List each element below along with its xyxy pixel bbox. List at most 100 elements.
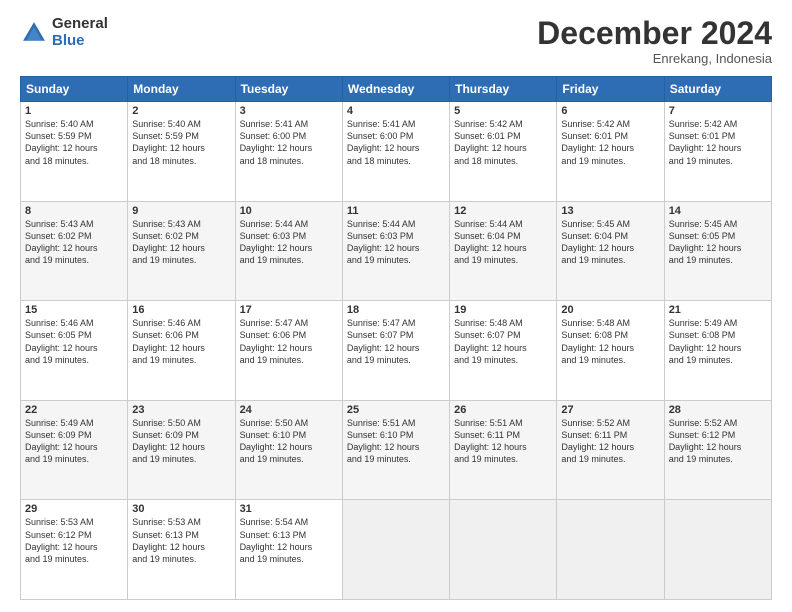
logo-text: General Blue bbox=[52, 16, 108, 49]
day-info: Sunrise: 5:44 AM Sunset: 6:03 PM Dayligh… bbox=[347, 218, 445, 267]
day-number: 28 bbox=[669, 404, 767, 416]
day-number: 31 bbox=[240, 503, 338, 515]
day-info: Sunrise: 5:43 AM Sunset: 6:02 PM Dayligh… bbox=[25, 218, 123, 267]
day-number: 26 bbox=[454, 404, 552, 416]
calendar-cell: 15Sunrise: 5:46 AM Sunset: 6:05 PM Dayli… bbox=[21, 301, 128, 401]
day-number: 18 bbox=[347, 304, 445, 316]
calendar-cell: 16Sunrise: 5:46 AM Sunset: 6:06 PM Dayli… bbox=[128, 301, 235, 401]
day-number: 7 bbox=[669, 105, 767, 117]
calendar-cell: 9Sunrise: 5:43 AM Sunset: 6:02 PM Daylig… bbox=[128, 201, 235, 301]
day-number: 10 bbox=[240, 205, 338, 217]
logo-general: General bbox=[52, 16, 108, 33]
day-info: Sunrise: 5:50 AM Sunset: 6:10 PM Dayligh… bbox=[240, 417, 338, 466]
calendar-table: SundayMondayTuesdayWednesdayThursdayFrid… bbox=[20, 76, 772, 600]
day-number: 22 bbox=[25, 404, 123, 416]
day-info: Sunrise: 5:53 AM Sunset: 6:13 PM Dayligh… bbox=[132, 516, 230, 565]
day-number: 29 bbox=[25, 503, 123, 515]
calendar-header: SundayMondayTuesdayWednesdayThursdayFrid… bbox=[21, 77, 772, 102]
day-info: Sunrise: 5:46 AM Sunset: 6:05 PM Dayligh… bbox=[25, 317, 123, 366]
day-number: 24 bbox=[240, 404, 338, 416]
day-number: 11 bbox=[347, 205, 445, 217]
logo-blue: Blue bbox=[52, 33, 108, 50]
day-info: Sunrise: 5:52 AM Sunset: 6:12 PM Dayligh… bbox=[669, 417, 767, 466]
calendar-cell: 29Sunrise: 5:53 AM Sunset: 6:12 PM Dayli… bbox=[21, 500, 128, 600]
header: General Blue December 2024 Enrekang, Ind… bbox=[20, 16, 772, 66]
day-number: 25 bbox=[347, 404, 445, 416]
header-row: SundayMondayTuesdayWednesdayThursdayFrid… bbox=[21, 77, 772, 102]
calendar-cell: 22Sunrise: 5:49 AM Sunset: 6:09 PM Dayli… bbox=[21, 400, 128, 500]
calendar-cell: 6Sunrise: 5:42 AM Sunset: 6:01 PM Daylig… bbox=[557, 102, 664, 202]
calendar-cell: 14Sunrise: 5:45 AM Sunset: 6:05 PM Dayli… bbox=[664, 201, 771, 301]
week-row-1: 1Sunrise: 5:40 AM Sunset: 5:59 PM Daylig… bbox=[21, 102, 772, 202]
week-row-3: 15Sunrise: 5:46 AM Sunset: 6:05 PM Dayli… bbox=[21, 301, 772, 401]
day-info: Sunrise: 5:49 AM Sunset: 6:08 PM Dayligh… bbox=[669, 317, 767, 366]
day-info: Sunrise: 5:51 AM Sunset: 6:10 PM Dayligh… bbox=[347, 417, 445, 466]
day-number: 30 bbox=[132, 503, 230, 515]
day-info: Sunrise: 5:42 AM Sunset: 6:01 PM Dayligh… bbox=[669, 118, 767, 167]
day-number: 4 bbox=[347, 105, 445, 117]
day-info: Sunrise: 5:47 AM Sunset: 6:06 PM Dayligh… bbox=[240, 317, 338, 366]
calendar-cell: 24Sunrise: 5:50 AM Sunset: 6:10 PM Dayli… bbox=[235, 400, 342, 500]
calendar-cell: 8Sunrise: 5:43 AM Sunset: 6:02 PM Daylig… bbox=[21, 201, 128, 301]
day-info: Sunrise: 5:45 AM Sunset: 6:04 PM Dayligh… bbox=[561, 218, 659, 267]
day-info: Sunrise: 5:49 AM Sunset: 6:09 PM Dayligh… bbox=[25, 417, 123, 466]
day-number: 8 bbox=[25, 205, 123, 217]
day-info: Sunrise: 5:40 AM Sunset: 5:59 PM Dayligh… bbox=[25, 118, 123, 167]
day-info: Sunrise: 5:51 AM Sunset: 6:11 PM Dayligh… bbox=[454, 417, 552, 466]
calendar-cell: 4Sunrise: 5:41 AM Sunset: 6:00 PM Daylig… bbox=[342, 102, 449, 202]
day-number: 21 bbox=[669, 304, 767, 316]
day-number: 1 bbox=[25, 105, 123, 117]
day-number: 3 bbox=[240, 105, 338, 117]
calendar-cell: 27Sunrise: 5:52 AM Sunset: 6:11 PM Dayli… bbox=[557, 400, 664, 500]
day-info: Sunrise: 5:52 AM Sunset: 6:11 PM Dayligh… bbox=[561, 417, 659, 466]
header-day-monday: Monday bbox=[128, 77, 235, 102]
header-day-tuesday: Tuesday bbox=[235, 77, 342, 102]
day-number: 12 bbox=[454, 205, 552, 217]
day-number: 9 bbox=[132, 205, 230, 217]
week-row-2: 8Sunrise: 5:43 AM Sunset: 6:02 PM Daylig… bbox=[21, 201, 772, 301]
day-info: Sunrise: 5:40 AM Sunset: 5:59 PM Dayligh… bbox=[132, 118, 230, 167]
header-day-saturday: Saturday bbox=[664, 77, 771, 102]
calendar-cell: 18Sunrise: 5:47 AM Sunset: 6:07 PM Dayli… bbox=[342, 301, 449, 401]
calendar-cell: 19Sunrise: 5:48 AM Sunset: 6:07 PM Dayli… bbox=[450, 301, 557, 401]
month-title: December 2024 bbox=[537, 16, 772, 51]
day-info: Sunrise: 5:48 AM Sunset: 6:07 PM Dayligh… bbox=[454, 317, 552, 366]
week-row-4: 22Sunrise: 5:49 AM Sunset: 6:09 PM Dayli… bbox=[21, 400, 772, 500]
day-number: 20 bbox=[561, 304, 659, 316]
calendar-cell: 21Sunrise: 5:49 AM Sunset: 6:08 PM Dayli… bbox=[664, 301, 771, 401]
calendar-cell: 26Sunrise: 5:51 AM Sunset: 6:11 PM Dayli… bbox=[450, 400, 557, 500]
calendar-cell: 28Sunrise: 5:52 AM Sunset: 6:12 PM Dayli… bbox=[664, 400, 771, 500]
header-day-thursday: Thursday bbox=[450, 77, 557, 102]
day-number: 27 bbox=[561, 404, 659, 416]
calendar-cell bbox=[664, 500, 771, 600]
header-day-wednesday: Wednesday bbox=[342, 77, 449, 102]
day-info: Sunrise: 5:46 AM Sunset: 6:06 PM Dayligh… bbox=[132, 317, 230, 366]
calendar-cell: 12Sunrise: 5:44 AM Sunset: 6:04 PM Dayli… bbox=[450, 201, 557, 301]
calendar-body: 1Sunrise: 5:40 AM Sunset: 5:59 PM Daylig… bbox=[21, 102, 772, 600]
day-info: Sunrise: 5:43 AM Sunset: 6:02 PM Dayligh… bbox=[132, 218, 230, 267]
day-info: Sunrise: 5:41 AM Sunset: 6:00 PM Dayligh… bbox=[347, 118, 445, 167]
day-number: 19 bbox=[454, 304, 552, 316]
logo-icon bbox=[20, 19, 48, 47]
day-number: 13 bbox=[561, 205, 659, 217]
day-info: Sunrise: 5:44 AM Sunset: 6:04 PM Dayligh… bbox=[454, 218, 552, 267]
day-number: 2 bbox=[132, 105, 230, 117]
calendar-cell: 25Sunrise: 5:51 AM Sunset: 6:10 PM Dayli… bbox=[342, 400, 449, 500]
calendar-cell: 11Sunrise: 5:44 AM Sunset: 6:03 PM Dayli… bbox=[342, 201, 449, 301]
day-number: 16 bbox=[132, 304, 230, 316]
day-info: Sunrise: 5:44 AM Sunset: 6:03 PM Dayligh… bbox=[240, 218, 338, 267]
day-number: 14 bbox=[669, 205, 767, 217]
day-info: Sunrise: 5:42 AM Sunset: 6:01 PM Dayligh… bbox=[454, 118, 552, 167]
day-info: Sunrise: 5:42 AM Sunset: 6:01 PM Dayligh… bbox=[561, 118, 659, 167]
location: Enrekang, Indonesia bbox=[537, 51, 772, 66]
title-block: December 2024 Enrekang, Indonesia bbox=[537, 16, 772, 66]
day-info: Sunrise: 5:47 AM Sunset: 6:07 PM Dayligh… bbox=[347, 317, 445, 366]
calendar-cell: 31Sunrise: 5:54 AM Sunset: 6:13 PM Dayli… bbox=[235, 500, 342, 600]
day-number: 23 bbox=[132, 404, 230, 416]
logo: General Blue bbox=[20, 16, 108, 49]
week-row-5: 29Sunrise: 5:53 AM Sunset: 6:12 PM Dayli… bbox=[21, 500, 772, 600]
calendar-cell bbox=[450, 500, 557, 600]
header-day-sunday: Sunday bbox=[21, 77, 128, 102]
header-day-friday: Friday bbox=[557, 77, 664, 102]
calendar-cell: 13Sunrise: 5:45 AM Sunset: 6:04 PM Dayli… bbox=[557, 201, 664, 301]
